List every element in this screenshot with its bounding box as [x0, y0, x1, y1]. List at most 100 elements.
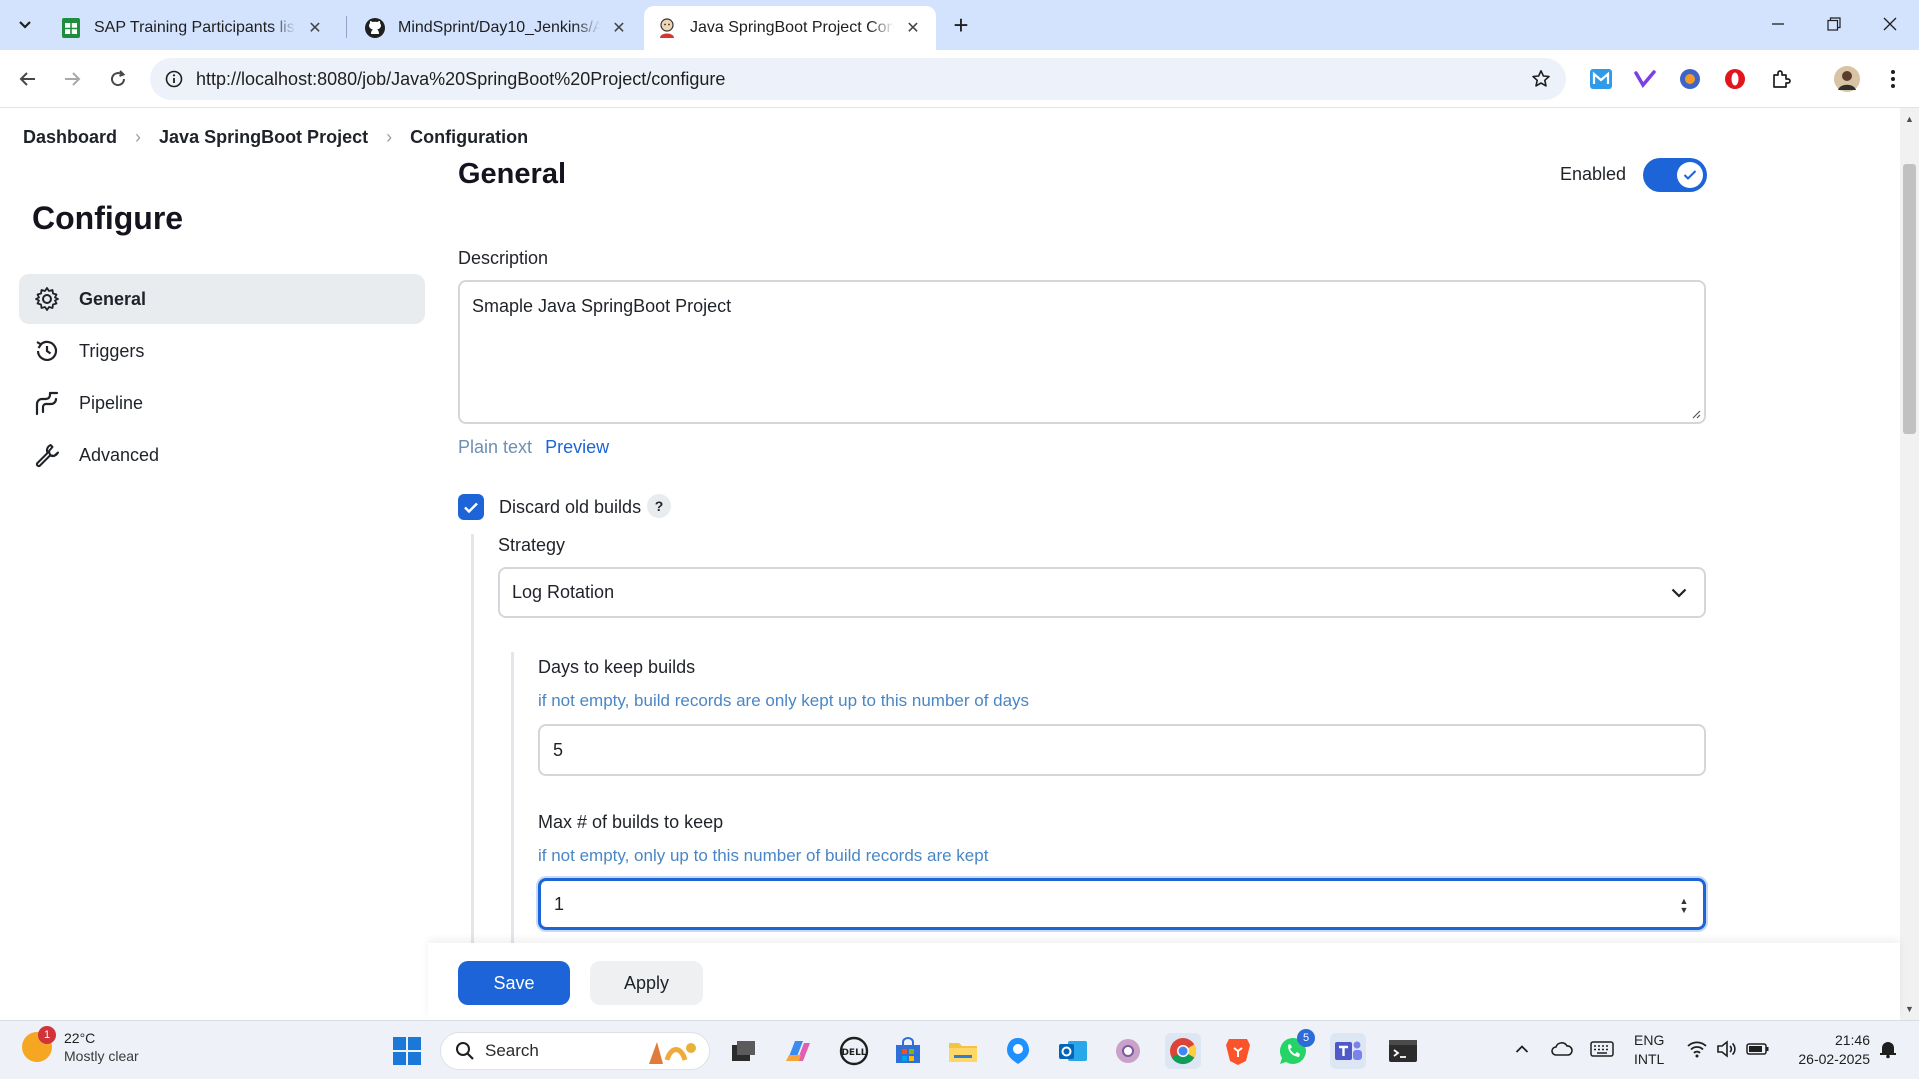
- number-spinner-icon[interactable]: ▲ ▼: [1677, 895, 1691, 917]
- browser-tab-bar: SAP Training Participants list.xlsx ✕ Mi…: [0, 0, 1919, 50]
- sidebar-item-general[interactable]: General: [19, 274, 425, 324]
- keyboard-layout: INTL: [1634, 1051, 1665, 1067]
- tab-jenkins-config[interactable]: Java SpringBoot Project Config ✕: [644, 6, 936, 50]
- whatsapp-badge: 5: [1297, 1029, 1315, 1047]
- close-icon: [1883, 17, 1897, 31]
- dell-icon[interactable]: DELL: [836, 1033, 872, 1069]
- brave-icon[interactable]: [1220, 1033, 1256, 1069]
- sidebar-title: Configure: [32, 200, 184, 236]
- page-scrollbar[interactable]: ▲ ▼: [1900, 108, 1919, 1020]
- onedrive-cloud-icon[interactable]: [1548, 1035, 1576, 1063]
- close-window-button[interactable]: [1862, 6, 1918, 42]
- forward-button[interactable]: [54, 61, 90, 97]
- battery-icon[interactable]: [1744, 1035, 1772, 1063]
- strategy-select[interactable]: Log Rotation: [498, 567, 1706, 618]
- help-icon[interactable]: ?: [647, 494, 671, 518]
- teams-icon[interactable]: [1330, 1033, 1366, 1069]
- task-view-icon[interactable]: [726, 1033, 762, 1069]
- extension-v-icon[interactable]: [1632, 66, 1658, 92]
- scroll-up-arrow-icon[interactable]: ▲: [1900, 112, 1919, 126]
- bookmark-star-icon[interactable]: [1528, 66, 1554, 92]
- enabled-label: Enabled: [1560, 164, 1627, 184]
- sidebar-item-pipeline[interactable]: Pipeline: [19, 378, 425, 428]
- minimize-icon: [1772, 23, 1784, 25]
- breadcrumb-project[interactable]: Java SpringBoot Project: [159, 127, 368, 148]
- wifi-icon[interactable]: [1683, 1035, 1711, 1063]
- description-textarea[interactable]: Smaple Java SpringBoot Project: [458, 280, 1706, 424]
- apply-button[interactable]: Apply: [590, 961, 703, 1005]
- scroll-down-arrow-icon[interactable]: ▼: [1900, 1002, 1919, 1016]
- chevron-right-icon: ›: [135, 126, 142, 147]
- copilot-icon[interactable]: [780, 1033, 816, 1069]
- resize-grip-icon[interactable]: [1691, 409, 1701, 419]
- discard-old-builds-label[interactable]: Discard old builds: [499, 497, 641, 518]
- tab-separator: [346, 16, 347, 38]
- close-icon[interactable]: ✕: [304, 17, 326, 39]
- clock-date: 26-02-2025: [1798, 1051, 1870, 1067]
- checkmark-icon: [1683, 170, 1697, 180]
- breadcrumb-dashboard[interactable]: Dashboard: [23, 127, 117, 148]
- whatsapp-icon[interactable]: 5: [1275, 1029, 1315, 1069]
- system-clock[interactable]: 21:46 26-02-2025: [1786, 1031, 1870, 1069]
- search-highlight-icon: [649, 1042, 696, 1064]
- discard-old-builds-checkbox[interactable]: [458, 494, 484, 520]
- sidebar-item-label: Triggers: [79, 340, 145, 361]
- browser-menu-icon[interactable]: [1880, 66, 1906, 92]
- tab-title: Java SpringBoot Project Config: [690, 19, 894, 36]
- language-code: ENG: [1634, 1032, 1665, 1048]
- extension-red-icon[interactable]: [1722, 66, 1748, 92]
- sidebar-item-triggers[interactable]: Triggers: [19, 326, 425, 376]
- notification-bell-icon[interactable]: [1874, 1035, 1902, 1063]
- search-label: Search: [485, 1041, 539, 1060]
- weather-badge: 1: [38, 1026, 56, 1044]
- minimize-button[interactable]: [1750, 6, 1806, 42]
- scroll-thumb[interactable]: [1903, 164, 1916, 434]
- extension-shield-icon[interactable]: [1677, 66, 1703, 92]
- days-to-keep-input[interactable]: 5: [538, 724, 1706, 776]
- tab-github-actions[interactable]: MindSprint/Day10_Jenkins/Actions ✕: [352, 6, 642, 50]
- weather-widget[interactable]: 1 22°C Mostly clear: [22, 1026, 139, 1065]
- store-icon[interactable]: [890, 1033, 926, 1069]
- max-builds-help: if not empty, only up to this number of …: [538, 846, 989, 865]
- windows-start-icon[interactable]: [389, 1033, 425, 1069]
- description-value: Smaple Java SpringBoot Project: [472, 296, 732, 316]
- terminal-icon[interactable]: [1385, 1033, 1421, 1069]
- max-builds-input[interactable]: 1 ▲ ▼: [538, 878, 1706, 930]
- tab-sap-training[interactable]: SAP Training Participants list.xlsx ✕: [48, 6, 338, 50]
- new-tab-button[interactable]: +: [944, 10, 978, 40]
- volume-icon[interactable]: [1713, 1035, 1741, 1063]
- profile-avatar[interactable]: [1834, 66, 1860, 92]
- tab-title: MindSprint/Day10_Jenkins/Actions: [398, 19, 600, 36]
- days-to-keep-help: if not empty, build records are only kep…: [538, 691, 1030, 710]
- reload-button[interactable]: [100, 61, 136, 97]
- extension-m-icon[interactable]: [1588, 66, 1614, 92]
- save-button[interactable]: Save: [458, 961, 570, 1005]
- file-explorer-icon[interactable]: [945, 1033, 981, 1069]
- lens-app-icon[interactable]: [1000, 1033, 1036, 1069]
- close-icon[interactable]: ✕: [902, 17, 924, 39]
- keyboard-icon[interactable]: [1588, 1035, 1616, 1063]
- preview-link[interactable]: Preview: [545, 437, 609, 457]
- sidebar-item-label: Pipeline: [79, 392, 144, 413]
- checkmark-icon: [464, 502, 478, 513]
- back-button[interactable]: [10, 61, 46, 97]
- chrome-icon[interactable]: [1165, 1033, 1201, 1069]
- enabled-toggle[interactable]: [1643, 158, 1707, 192]
- close-icon[interactable]: ✕: [608, 17, 630, 39]
- reload-icon: [111, 70, 126, 87]
- chrome-canary-icon[interactable]: [1110, 1033, 1146, 1069]
- strategy-selected-value: Log Rotation: [512, 582, 615, 602]
- outlook-icon[interactable]: [1055, 1033, 1091, 1069]
- show-hidden-icons-chevron-up-icon[interactable]: [1508, 1035, 1536, 1063]
- address-bar[interactable]: http://localhost:8080/job/Java%20SpringB…: [150, 58, 1566, 100]
- input-language-indicator[interactable]: ENG INTL: [1634, 1031, 1664, 1069]
- extensions-puzzle-icon[interactable]: [1768, 66, 1794, 92]
- tab-title: SAP Training Participants list.xlsx: [94, 19, 296, 36]
- restore-button[interactable]: [1806, 6, 1862, 42]
- site-info-icon[interactable]: [160, 65, 188, 93]
- breadcrumb-configuration[interactable]: Configuration: [410, 127, 528, 148]
- tab-search-button[interactable]: [8, 10, 42, 40]
- section-title-general: General: [458, 158, 566, 190]
- taskbar-search[interactable]: Search: [440, 1032, 710, 1070]
- sidebar-item-advanced[interactable]: Advanced: [19, 430, 425, 480]
